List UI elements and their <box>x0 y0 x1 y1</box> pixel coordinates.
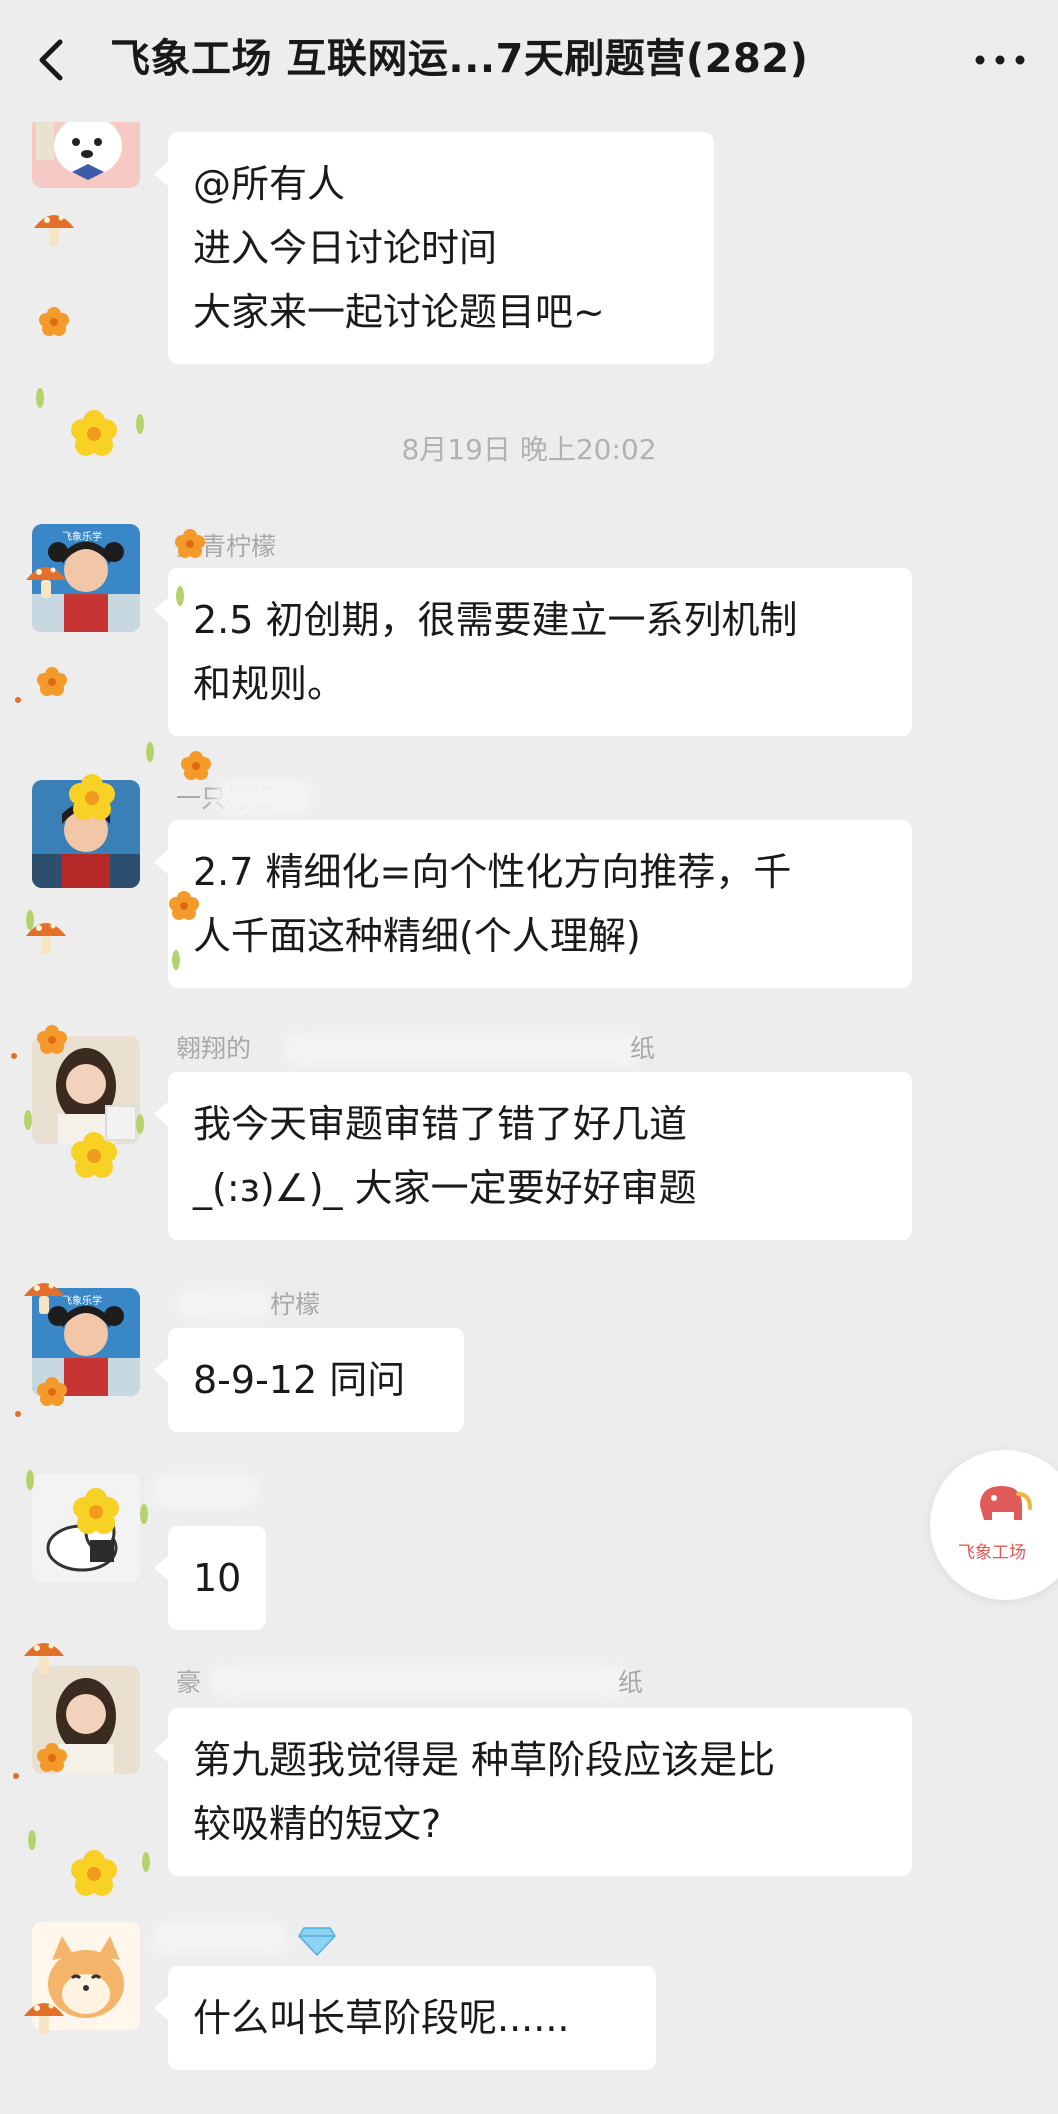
more-button[interactable] <box>970 30 1030 90</box>
message-bubble[interactable]: 8-9-12 同问 <box>154 1328 464 1432</box>
message-timestamp: 8月19日 晚上20:02 <box>401 433 657 466</box>
message-bubble[interactable]: 2.5 初创期，很需要建立一系列机制 和规则。 <box>154 568 912 736</box>
chat-message-list[interactable]: @所有人 进入今日讨论时间 大家来一起讨论题目吧~ 8月19日 晚上20:02 … <box>0 116 1058 2114</box>
sender-name: 豪 <box>176 1668 202 1697</box>
message-bubble[interactable]: 我今天审题审错了错了好几道 _(:з)∠)_ 大家一定要好好审题 <box>154 1072 912 1240</box>
more-dots-icon <box>975 55 1025 65</box>
redacted-name <box>150 1922 290 1954</box>
avatar[interactable] <box>32 1666 140 1774</box>
message-bubble[interactable]: 2.7 精细化=向个性化方向推荐，千 人千面这种精细(个人理解) <box>154 820 912 988</box>
avatar[interactable] <box>32 1474 140 1582</box>
chat-title: 飞象工场 互联网运...7天刷题营(282) <box>110 36 809 82</box>
redacted-name <box>150 1474 260 1508</box>
floating-logo-label: 飞象工场 <box>958 1543 1026 1563</box>
avatar[interactable] <box>32 780 140 888</box>
message-line: _(:з)∠)_ 大家一定要好好审题 <box>193 1166 697 1210</box>
message-bubble[interactable]: 10 <box>154 1526 266 1630</box>
message-line: 和规则。 <box>193 662 346 706</box>
svg-text:飞象乐学: 飞象乐学 <box>62 530 102 543</box>
message-bubble[interactable]: 什么叫长草阶段呢...... <box>154 1966 656 2070</box>
message-line: 8-9-12 同问 <box>193 1358 406 1402</box>
diamond-icon <box>298 1926 336 1960</box>
redacted-name <box>214 780 314 814</box>
message-line: 第九题我觉得是 种草阶段应该是比 <box>193 1738 776 1782</box>
svg-text:飞象乐学: 飞象乐学 <box>62 1294 102 1307</box>
redacted-name <box>284 1032 644 1066</box>
message-line: 10 <box>193 1556 242 1600</box>
elephant-logo-icon <box>980 1486 1032 1520</box>
message-bubble[interactable]: @所有人 进入今日讨论时间 大家来一起讨论题目吧~ <box>154 132 714 364</box>
sender-name-tail: 纸 <box>630 1034 656 1063</box>
message-line: 2.5 初创期，很需要建立一系列机制 <box>193 598 798 642</box>
message-line: 进入今日讨论时间 <box>193 226 498 270</box>
chevron-left-icon <box>39 39 63 81</box>
avatar[interactable] <box>32 116 140 188</box>
redacted-name <box>210 1664 630 1698</box>
sender-name: 柠檬 <box>270 1290 321 1319</box>
message-line: 人千面这种精细(个人理解) <box>193 914 641 958</box>
message-line: 大家来一起讨论题目吧~ <box>193 290 605 334</box>
avatar[interactable]: 飞象乐学 <box>32 1288 140 1396</box>
sender-name-tail: 纸 <box>618 1668 644 1697</box>
avatar[interactable]: 飞象乐学 <box>32 524 140 632</box>
sender-name: 只青柠檬 <box>176 532 277 561</box>
message-line: 我今天审题审错了错了好几道 <box>193 1102 688 1146</box>
message-bubble[interactable]: 第九题我觉得是 种草阶段应该是比 较吸精的短文? <box>154 1708 912 1876</box>
message-line: 什么叫长草阶段呢...... <box>193 1996 570 2040</box>
back-button[interactable] <box>30 30 74 90</box>
message-line: 2.7 精细化=向个性化方向推荐，千 <box>193 850 792 894</box>
sender-name: 翱翔的 <box>176 1034 252 1063</box>
chat-header: 飞象工场 互联网运...7天刷题营(282) <box>0 0 1058 122</box>
redacted-name <box>176 1288 272 1320</box>
avatar[interactable] <box>32 1036 140 1144</box>
message-line: @所有人 <box>193 162 346 206</box>
message-line: 较吸精的短文? <box>193 1802 442 1846</box>
avatar[interactable] <box>32 1922 140 2030</box>
